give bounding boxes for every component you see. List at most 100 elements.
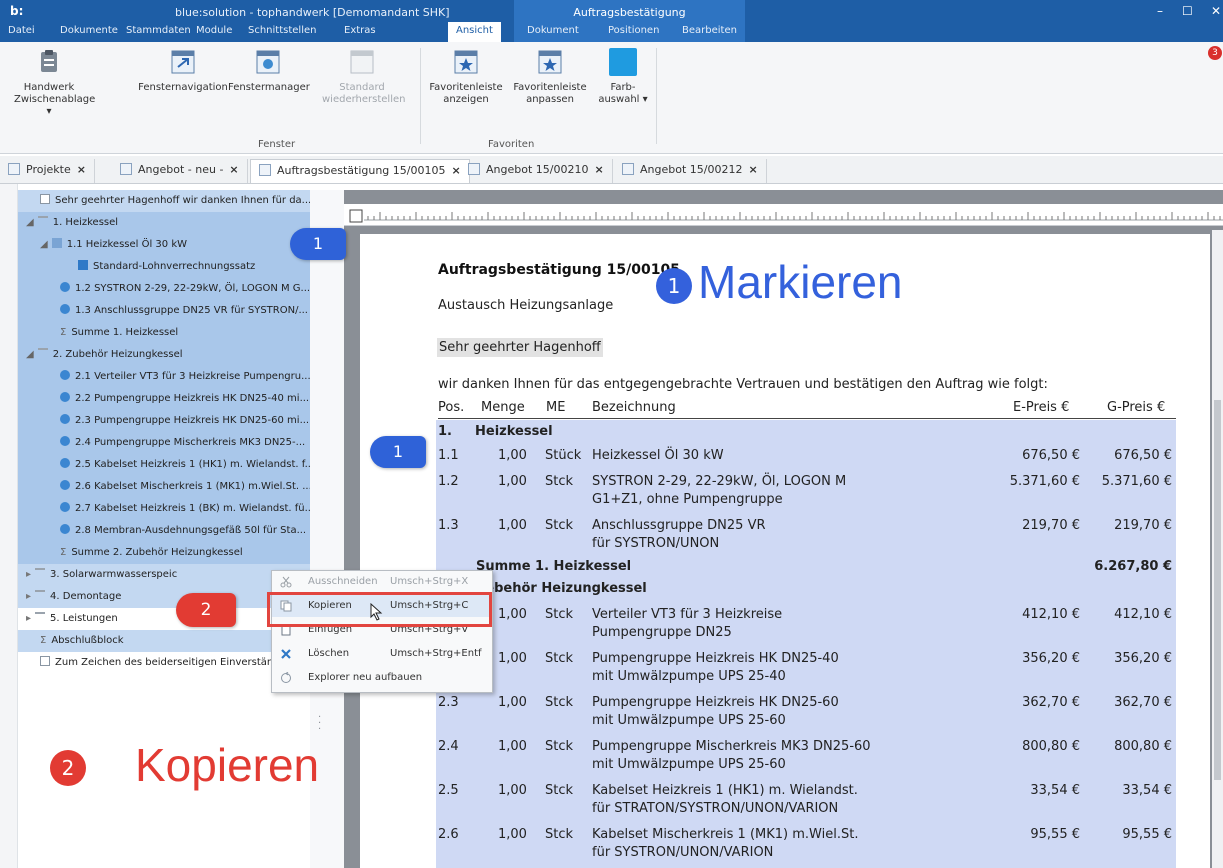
close-icon[interactable]: × (229, 163, 238, 176)
row-bezeichnung-line2: mit Umwälzpumpe UPS 25-40 (592, 669, 786, 684)
tree-item-2-7[interactable]: 2.7 Kabelset Heizkreis 1 (BK) m. Wieland… (18, 498, 310, 520)
annotation-badge-1-tree: 1 (290, 228, 346, 260)
menu-ansicht[interactable]: Ansicht (448, 22, 501, 42)
standard-label-2: wiederherstellen (322, 94, 406, 105)
tree-item-abschluss[interactable]: Σ Abschlußblock (18, 630, 310, 652)
color-swatch-icon (609, 48, 637, 76)
row-epreis: 5.371,60 € (1009, 474, 1080, 489)
tree-label: 2.8 Membran-Ausdehnungsgefäß 50l für Sta… (75, 525, 307, 536)
notification-badge[interactable]: 3 (1208, 46, 1222, 60)
row-epreis: 676,50 € (1022, 448, 1080, 463)
tree-item-2-4[interactable]: 2.4 Pumpengruppe Mischerkreis MK3 DN25-.… (18, 432, 310, 454)
tab-angebot-neu[interactable]: Angebot - neu - × (112, 159, 248, 183)
tree-item-1-2[interactable]: 1.2 SYSTRON 2-29, 22-29kW, Öl, LOGON M G… (18, 278, 310, 300)
row-gpreis: 676,50 € (1114, 448, 1172, 463)
tree-item-lohn[interactable]: Standard-Lohnverrechnungssatz (18, 256, 310, 278)
article-icon (60, 524, 70, 534)
menu-item-loeschen[interactable]: Löschen Umsch+Strg+Entf (272, 643, 492, 665)
minimize-button[interactable]: – (1157, 4, 1163, 18)
menu-stammdaten[interactable]: Stammdaten (126, 25, 191, 36)
tree-item-schluss[interactable]: Zum Zeichen des beiderseitigen Einverstä… (18, 652, 310, 674)
tab-angebot-212[interactable]: Angebot 15/00212 × (614, 159, 767, 183)
tree-item-heizkessel[interactable]: ◢ 1. Heizkessel (18, 212, 310, 234)
tree-item-greeting[interactable]: Sehr geehrter Hagenhoff wir danken Ihnen… (18, 190, 310, 212)
menu-datei[interactable]: Datei (8, 25, 35, 36)
tree-label: 2.4 Pumpengruppe Mischerkreis MK3 DN25-.… (75, 437, 306, 448)
restore-default-icon (348, 48, 376, 76)
tab-projekte[interactable]: Projekte × (0, 159, 95, 183)
col-header-pos: Pos. (438, 400, 465, 415)
article-icon (60, 458, 70, 468)
menu-positionen[interactable]: Positionen (608, 25, 659, 36)
document-icon (622, 163, 634, 175)
sum-1-value: 6.267,80 € (1094, 559, 1172, 574)
fenstermanager-button[interactable]: Fenstermanager (228, 48, 310, 94)
menu-dokument[interactable]: Dokument (527, 25, 579, 36)
tree-item-2-2[interactable]: 2.2 Pumpengruppe Heizkreis HK DN25-40 mi… (18, 388, 310, 410)
row-gpreis: 362,70 € (1114, 695, 1172, 710)
menu-item-explorer-neu[interactable]: Explorer neu aufbauen (272, 667, 492, 689)
tree-item-2-3[interactable]: 2.3 Pumpengruppe Heizkreis HK DN25-60 mi… (18, 410, 310, 432)
sum-1-label: Summe 1. Heizkessel (476, 559, 632, 574)
tree-item-2-1[interactable]: 2.1 Verteiler VT3 für 3 Heizkreise Pumpe… (18, 366, 310, 388)
close-icon[interactable]: × (77, 163, 86, 176)
delete-icon (281, 649, 291, 659)
project-icon (8, 163, 20, 175)
tree-item-2-5[interactable]: 2.5 Kabelset Heizkreis 1 (HK1) m. Wielan… (18, 454, 310, 476)
fav-anpassen-label-1: Favoritenleiste (513, 82, 587, 93)
tree-label: 1.2 SYSTRON 2-29, 22-29kW, Öl, LOGON M G… (75, 283, 310, 294)
close-icon[interactable]: × (748, 163, 757, 176)
step-1-number: 1 (656, 268, 692, 304)
sum-icon: Σ (60, 547, 67, 558)
farbauswahl-button[interactable]: Farb- auswahl ▾ (598, 48, 648, 106)
menu-item-label: Löschen (308, 648, 350, 659)
row-epreis: 412,10 € (1022, 607, 1080, 622)
row-pos: 1.2 (438, 474, 459, 489)
menu-extras[interactable]: Extras (344, 25, 376, 36)
tree-item-1-1[interactable]: ◢ 1.1 Heizkessel Öl 30 kW (18, 234, 310, 256)
close-icon[interactable]: × (594, 163, 603, 176)
header-rule (438, 418, 1176, 419)
ribbon-separator (420, 48, 421, 144)
tree-item-1-3[interactable]: 1.3 Anschlussgruppe DN25 VR für SYSTRON/… (18, 300, 310, 322)
tab-auftragsbestaetigung[interactable]: Auftragsbestätigung 15/00105 × (250, 159, 470, 183)
menu-schnittstellen[interactable]: Schnittstellen (248, 25, 316, 36)
expand-arrow-icon: ▸ (26, 613, 32, 624)
tree-item-summe-2[interactable]: Σ Summe 2. Zubehör Heizungkessel (18, 542, 310, 564)
group-label-fenster: Fenster (258, 139, 296, 150)
favoritenleiste-anpassen-button[interactable]: Favoritenleiste anpassen (512, 48, 588, 106)
left-edge-strip (0, 184, 18, 868)
tree-label: 4. Demontage (50, 591, 122, 602)
row-bezeichnung-line2: mit Umwälzpumpe UPS 25-60 (592, 757, 786, 772)
tree-item-2-6[interactable]: 2.6 Kabelset Mischerkreis 1 (MK1) m.Wiel… (18, 476, 310, 498)
row-gpreis: 5.371,60 € (1101, 474, 1172, 489)
tree-label: 5. Leistungen (50, 613, 118, 624)
row-pos: 2.6 (438, 827, 459, 842)
text-block-icon (40, 656, 50, 666)
menu-bearbeiten[interactable]: Bearbeiten (682, 25, 737, 36)
row-me: Stck (545, 783, 574, 798)
menu-dokumente[interactable]: Dokumente (60, 25, 118, 36)
section-1-pos: 1. (438, 424, 452, 439)
tab-angebot-210[interactable]: Angebot 15/00210 × (460, 159, 613, 183)
handwerk-label-2: Zwischenablage ▾ (14, 94, 96, 117)
handwerk-zwischenablage-button[interactable]: Handwerk Zwischenablage ▾ (14, 48, 96, 118)
fensternavigation-button[interactable]: Fensternavigation (138, 48, 228, 94)
menu-module[interactable]: Module (196, 25, 232, 36)
scrollbar-thumb[interactable] (1214, 400, 1221, 780)
tree-label: 1.1 Heizkessel Öl 30 kW (66, 239, 188, 250)
favoritenleiste-anzeigen-button[interactable]: Favoritenleiste anzeigen (428, 48, 504, 106)
tree-item-solar[interactable]: ▸ 3. Solarwarmwasserspeic (18, 564, 310, 586)
vertical-scrollbar[interactable] (1212, 230, 1223, 868)
maximize-button[interactable]: ☐ (1182, 4, 1193, 18)
standard-wiederherstellen-button[interactable]: Standard wiederherstellen (322, 48, 406, 106)
tree-item-zubehoer[interactable]: ◢ 2. Zubehör Heizungkessel (18, 344, 310, 366)
close-button[interactable]: ✕ (1211, 4, 1221, 18)
row-bezeichnung-line2: mit Umwälzpumpe UPS 25-60 (592, 713, 786, 728)
row-bezeichnung: Heizkessel Öl 30 kW (592, 448, 724, 463)
row-gpreis: 412,10 € (1114, 607, 1172, 622)
row-menge: 1,00 (498, 783, 527, 798)
tree-item-2-8[interactable]: 2.8 Membran-Ausdehnungsgefäß 50l für Sta… (18, 520, 310, 542)
menu-item-ausschneiden[interactable]: Ausschneiden Umsch+Strg+X (272, 571, 492, 593)
tree-item-summe-1[interactable]: Σ Summe 1. Heizkessel (18, 322, 310, 344)
